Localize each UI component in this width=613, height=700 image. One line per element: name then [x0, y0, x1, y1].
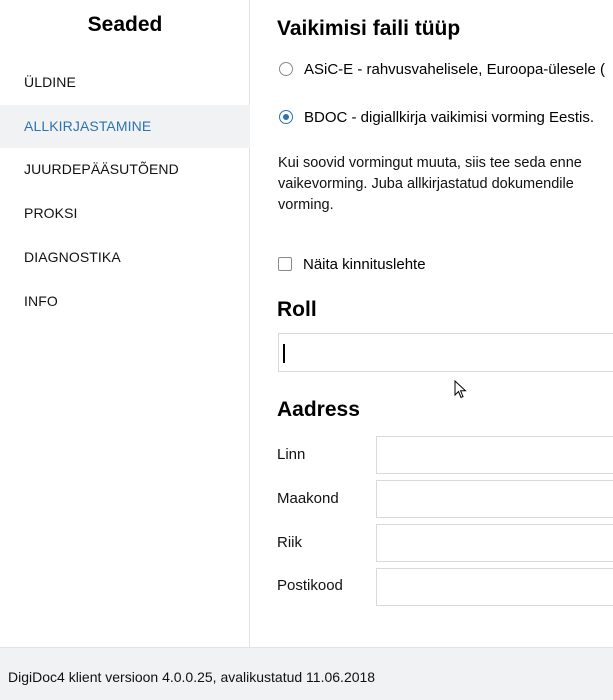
file-type-heading: Vaikimisi faili tüüp — [277, 17, 461, 40]
mouse-pointer-icon — [454, 380, 467, 399]
sidebar-item-allkirjastamine[interactable]: ALLKIRJASTAMINE — [0, 105, 250, 148]
show-confirmation-option[interactable]: Näita kinnituslehte — [278, 254, 426, 274]
asic-e-radio[interactable] — [279, 62, 293, 76]
sidebar-item-diagnostika[interactable]: DIAGNOSTIKA — [0, 236, 250, 279]
bdoc-label: BDOC - digiallkirja vaikimisi vorming Ee… — [304, 108, 595, 126]
address-heading: Aadress — [277, 398, 360, 421]
info-line: vorming. — [278, 197, 334, 213]
country-label: Riik — [277, 534, 302, 551]
bdoc-option[interactable]: BDOC - digiallkirja vaikimisi vorming Ee… — [279, 107, 594, 127]
country-input[interactable] — [376, 524, 613, 562]
settings-content: Vaikimisi faili tüüp ASiC-E - rahvusvahe… — [251, 0, 613, 647]
sidebar-title: Seaded — [87, 13, 163, 36]
postal-code-label: Postikood — [277, 577, 343, 594]
city-label: Linn — [277, 446, 306, 463]
format-info-text: Kui soovid vormingut muuta, siis tee sed… — [278, 153, 613, 216]
county-input[interactable] — [376, 480, 613, 518]
sidebar-item-info[interactable]: INFO — [0, 280, 250, 323]
postal-code-input[interactable] — [376, 568, 613, 606]
text-caret — [283, 344, 285, 363]
info-line: Kui soovid vormingut muuta, siis tee sed… — [278, 155, 582, 171]
bdoc-radio[interactable] — [279, 110, 293, 124]
city-input[interactable] — [376, 436, 613, 474]
sidebar-item-juurdepaasutoend[interactable]: JUURDEPÄÄSUTÕEND — [0, 148, 250, 191]
settings-sidebar: Seaded ÜLDINE ALLKIRJASTAMINE JUURDEPÄÄS… — [0, 0, 250, 647]
info-line: vaikevorming. Juba allkirjastatud dokume… — [278, 176, 574, 192]
role-heading: Roll — [277, 298, 317, 321]
role-input[interactable] — [278, 333, 613, 372]
sidebar-item-uldine[interactable]: ÜLDINE — [0, 61, 250, 104]
version-info: DigiDoc4 klient versioon 4.0.0.25, avali… — [8, 669, 376, 685]
show-confirmation-checkbox[interactable] — [278, 257, 292, 271]
show-confirmation-label: Näita kinnituslehte — [303, 255, 426, 273]
sidebar-item-proksi[interactable]: PROKSI — [0, 192, 250, 235]
asic-e-option[interactable]: ASiC-E - rahvusvahelisele, Euroopa-ülese… — [279, 59, 605, 79]
asic-e-label: ASiC-E - rahvusvahelisele, Euroopa-ülese… — [304, 60, 605, 78]
county-label: Maakond — [277, 490, 339, 507]
status-footer: DigiDoc4 klient versioon 4.0.0.25, avali… — [0, 647, 613, 700]
